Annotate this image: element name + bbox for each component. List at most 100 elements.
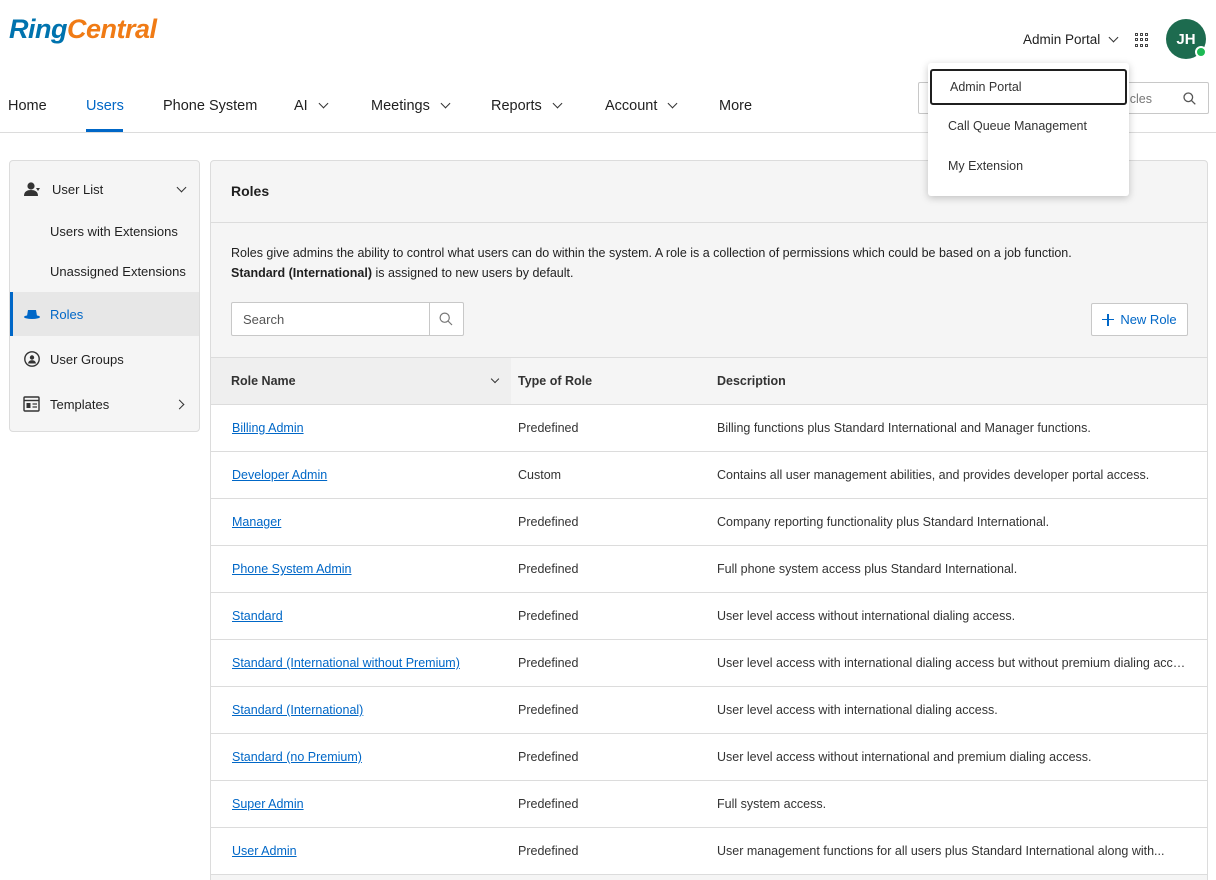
sidebar-item-label: User Groups	[50, 351, 124, 367]
menu-item-my-extension[interactable]: My Extension	[928, 147, 1129, 185]
column-header-role-name[interactable]: Role Name	[231, 374, 500, 388]
logo-central-text: Central	[67, 14, 157, 44]
role-type: Predefined	[518, 797, 579, 811]
nav-more-label: More	[719, 98, 753, 114]
nav-ai[interactable]: AI	[294, 93, 329, 119]
nav-phone-system-label: Phone System	[163, 98, 258, 114]
role-name-link[interactable]: User Admin	[232, 844, 297, 858]
sidebar-item-label: Roles	[50, 306, 84, 322]
role-description: Contains all user management abilities, …	[717, 468, 1150, 482]
table-row: Manager Predefined Company reporting fun…	[211, 499, 1207, 546]
role-name-link[interactable]: Billing Admin	[232, 421, 304, 435]
search-icon[interactable]	[1183, 92, 1196, 105]
avatar-initials: JH	[1176, 30, 1196, 48]
ringcentral-logo[interactable]: RingCentral	[9, 14, 157, 45]
chevron-down-icon	[667, 98, 678, 109]
nav-phone-system[interactable]: Phone System	[163, 93, 257, 119]
role-type: Predefined	[518, 750, 579, 764]
column-header-type-of-role[interactable]: Type of Role	[518, 374, 592, 388]
role-name-link[interactable]: Phone System Admin	[232, 562, 352, 576]
role-description: User management functions for all users …	[717, 844, 1165, 858]
menu-item-admin-portal[interactable]: Admin Portal	[930, 69, 1127, 105]
new-role-button[interactable]: New Role	[1091, 303, 1188, 336]
logo-ring-text: Ring	[9, 14, 68, 44]
role-description: User level access with international dia…	[717, 656, 1187, 670]
role-type: Predefined	[518, 421, 579, 435]
sidebar-item-unassigned-extensions[interactable]: Unassigned Extensions	[10, 249, 199, 293]
role-description: User level access without international …	[717, 609, 1016, 623]
nav-ai-label: AI	[294, 98, 308, 114]
chevron-down-icon	[552, 98, 563, 109]
role-description: Full phone system access plus Standard I…	[717, 562, 1018, 576]
table-row: Standard (International without Premium)…	[211, 640, 1207, 687]
new-role-label: New Role	[1120, 312, 1177, 327]
sidebar: User List Users with Extensions Unassign…	[9, 160, 200, 432]
grid-icon[interactable]	[1135, 33, 1149, 47]
roles-description: Roles give admins the ability to control…	[231, 246, 1072, 260]
user-group-icon	[24, 351, 40, 367]
nav-active-indicator	[86, 129, 123, 132]
portal-switcher-label: Admin Portal	[1023, 32, 1101, 47]
template-icon	[23, 396, 40, 412]
role-name-link[interactable]: Standard (no Premium)	[232, 750, 362, 764]
sidebar-item-label: User List	[52, 181, 104, 197]
table-row: Developer Admin Custom Contains all user…	[211, 452, 1207, 499]
search-icon[interactable]	[439, 312, 453, 326]
default-role-note-text: is assigned to new users by default.	[371, 266, 574, 280]
nav-account-label: Account	[605, 98, 658, 114]
nav-reports[interactable]: Reports	[491, 93, 563, 119]
plus-icon	[1102, 313, 1115, 326]
role-type: Predefined	[518, 609, 579, 623]
chevron-right-icon	[174, 399, 185, 410]
nav-account[interactable]: Account	[605, 93, 678, 119]
role-description: User level access with international dia…	[717, 703, 998, 717]
sidebar-item-templates[interactable]: Templates	[10, 382, 199, 426]
table-row: Super Admin Predefined Full system acces…	[211, 781, 1207, 828]
page-title: Roles	[231, 183, 270, 199]
sidebar-item-label: Users with Extensions	[50, 223, 178, 239]
roles-table: Role Name Type of Role Description Billi…	[211, 357, 1207, 875]
presence-dot-icon	[1195, 46, 1207, 58]
hat-icon	[24, 310, 40, 319]
nav-more[interactable]: More	[719, 93, 752, 119]
sidebar-item-label: Unassigned Extensions	[50, 263, 186, 279]
role-name-link[interactable]: Manager	[232, 515, 281, 529]
roles-panel: Roles Roles give admins the ability to c…	[210, 160, 1208, 880]
nav-users[interactable]: Users	[86, 93, 124, 119]
nav-users-label: Users	[86, 98, 124, 114]
table-row: Billing Admin Predefined Billing functio…	[211, 405, 1207, 452]
sidebar-item-user-groups[interactable]: User Groups	[10, 337, 199, 381]
global-search-placeholder: icles	[1126, 92, 1152, 106]
nav-home[interactable]: Home	[8, 93, 47, 119]
role-name-link[interactable]: Super Admin	[232, 797, 304, 811]
role-name-link[interactable]: Standard	[232, 609, 283, 623]
table-row: Standard (International) Predefined User…	[211, 687, 1207, 734]
role-type: Predefined	[518, 703, 579, 717]
role-name-link[interactable]: Developer Admin	[232, 468, 327, 482]
role-search	[231, 302, 464, 336]
table-row: User Admin Predefined User management fu…	[211, 828, 1207, 875]
divider	[429, 303, 430, 335]
portal-switcher[interactable]: Admin Portal	[1023, 32, 1119, 47]
sidebar-item-roles[interactable]: Roles	[10, 292, 199, 336]
role-search-input[interactable]	[232, 303, 429, 335]
table-row: Phone System Admin Predefined Full phone…	[211, 546, 1207, 593]
chevron-down-icon	[1108, 32, 1119, 43]
nav-meetings[interactable]: Meetings	[371, 93, 451, 119]
role-description: Company reporting functionality plus Sta…	[717, 515, 1050, 529]
role-type: Custom	[518, 468, 562, 482]
nav-reports-label: Reports	[491, 98, 542, 114]
column-header-description[interactable]: Description	[717, 374, 786, 388]
menu-item-call-queue-management[interactable]: Call Queue Management	[928, 107, 1129, 145]
sidebar-item-users-with-extensions[interactable]: Users with Extensions	[10, 209, 199, 253]
default-role-name: Standard (International)	[231, 266, 372, 280]
role-name-link[interactable]: Standard (International)	[232, 703, 363, 717]
user-icon	[24, 182, 40, 196]
divider	[211, 222, 1207, 223]
role-description: User level access without international …	[717, 750, 1092, 764]
chevron-down-icon	[318, 98, 329, 109]
sidebar-item-user-list[interactable]: User List	[10, 167, 199, 211]
table-row: Standard (no Premium) Predefined User le…	[211, 734, 1207, 781]
nav-meetings-label: Meetings	[371, 98, 430, 114]
role-name-link[interactable]: Standard (International without Premium)	[232, 656, 460, 670]
